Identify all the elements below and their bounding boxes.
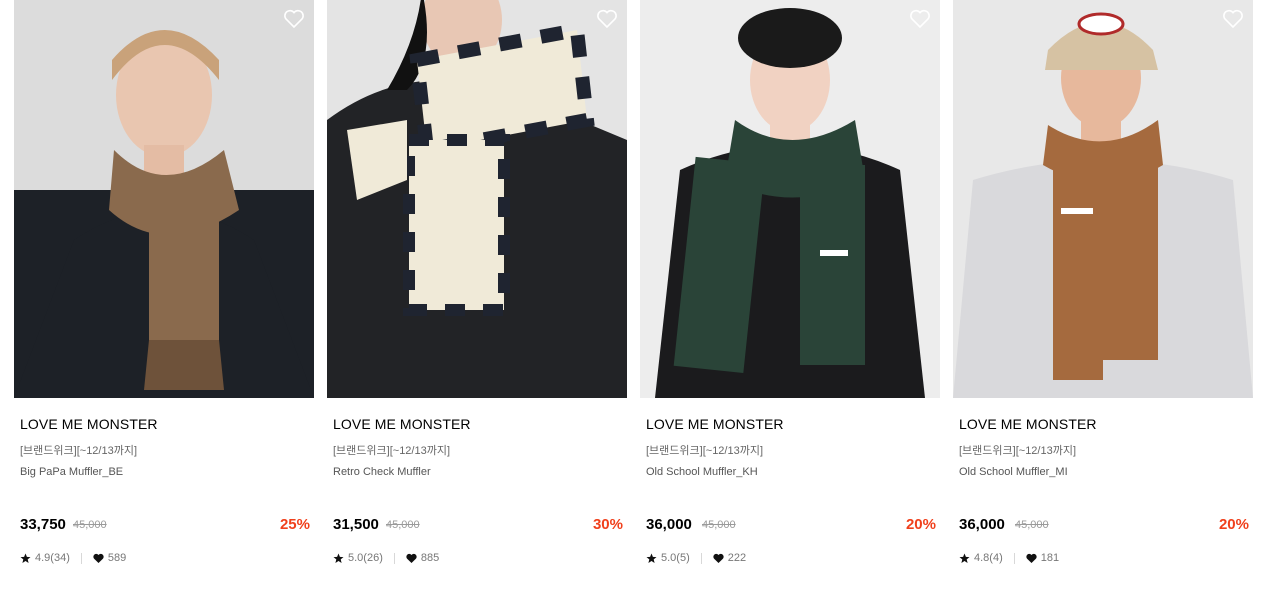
star-icon bbox=[20, 553, 31, 564]
event-label: [브랜드위크][~12/13까지] bbox=[959, 445, 1077, 457]
brand-name[interactable]: LOVE ME MONSTER bbox=[20, 416, 158, 432]
sale-price: 33,750 bbox=[20, 516, 66, 533]
likes: 222 bbox=[713, 552, 746, 564]
product-stats: 4.8(4) 181 bbox=[959, 551, 1059, 565]
divider bbox=[393, 552, 395, 564]
heart-outline-icon[interactable] bbox=[1222, 9, 1244, 29]
price-row: 36,000 45,000 20% bbox=[959, 516, 1249, 536]
product-stats: 5.0(5) 222 bbox=[646, 551, 746, 565]
brand-name[interactable]: LOVE ME MONSTER bbox=[646, 416, 784, 432]
price-row: 33,750 45,000 25% bbox=[20, 516, 310, 536]
original-price: 45,000 bbox=[702, 519, 736, 531]
rating-text: 5.0(5) bbox=[661, 552, 690, 564]
brand-name[interactable]: LOVE ME MONSTER bbox=[333, 416, 471, 432]
rating-text: 4.8(4) bbox=[974, 552, 1003, 564]
discount-rate: 20% bbox=[905, 516, 936, 533]
heart-outline-icon[interactable] bbox=[283, 9, 305, 29]
event-label: [브랜드위크][~12/13까지] bbox=[646, 445, 764, 457]
event-label: [브랜드위크][~12/13까지] bbox=[333, 445, 451, 457]
product-name[interactable]: Retro Check Muffler bbox=[333, 466, 431, 478]
rating: 5.0(5) bbox=[646, 552, 690, 564]
heart-outline-icon[interactable] bbox=[596, 9, 618, 29]
heart-icon bbox=[713, 553, 724, 564]
heart-icon bbox=[1026, 553, 1037, 564]
price-row: 36,000 45,000 20% bbox=[646, 516, 936, 536]
likes: 589 bbox=[93, 552, 126, 564]
heart-icon bbox=[406, 553, 417, 564]
product-name[interactable]: Old School Muffler_MI bbox=[959, 466, 1068, 478]
likes: 885 bbox=[406, 552, 439, 564]
rating-text: 4.9(34) bbox=[35, 552, 70, 564]
rating-text: 5.0(26) bbox=[348, 552, 383, 564]
product-name[interactable]: Old School Muffler_KH bbox=[646, 466, 758, 478]
star-icon bbox=[646, 553, 657, 564]
product-card[interactable]: LOVE ME MONSTER [브랜드위크][~12/13까지] Old Sc… bbox=[953, 0, 1253, 589]
divider bbox=[700, 552, 702, 564]
original-price: 45,000 bbox=[386, 519, 420, 531]
rating: 5.0(26) bbox=[333, 552, 383, 564]
discount-rate: 25% bbox=[279, 516, 310, 533]
product-card[interactable]: LOVE ME MONSTER [브랜드위크][~12/13까지] Old Sc… bbox=[640, 0, 940, 589]
divider bbox=[1013, 552, 1015, 564]
price-row: 31,500 45,000 30% bbox=[333, 516, 623, 536]
product-grid: LOVE ME MONSTER [브랜드위크][~12/13까지] Big Pa… bbox=[0, 0, 1269, 589]
likes-count: 885 bbox=[420, 552, 440, 564]
sale-price: 36,000 bbox=[646, 516, 692, 533]
star-icon bbox=[959, 553, 970, 564]
likes-count: 222 bbox=[727, 552, 747, 564]
product-image[interactable] bbox=[14, 0, 314, 398]
rating: 4.8(4) bbox=[959, 552, 1003, 564]
rating: 4.9(34) bbox=[20, 552, 70, 564]
product-name[interactable]: Big PaPa Muffler_BE bbox=[20, 466, 123, 478]
product-image[interactable] bbox=[953, 0, 1253, 398]
product-stats: 4.9(34) 589 bbox=[20, 551, 126, 565]
original-price: 45,000 bbox=[1015, 519, 1049, 531]
sale-price: 31,500 bbox=[333, 516, 379, 533]
product-card[interactable]: LOVE ME MONSTER [브랜드위크][~12/13까지] Big Pa… bbox=[14, 0, 314, 589]
product-image[interactable] bbox=[327, 0, 627, 398]
product-card[interactable]: LOVE ME MONSTER [브랜드위크][~12/13까지] Retro … bbox=[327, 0, 627, 589]
discount-rate: 30% bbox=[592, 516, 623, 533]
star-icon bbox=[333, 553, 344, 564]
event-label: [브랜드위크][~12/13까지] bbox=[20, 445, 138, 457]
product-image[interactable] bbox=[640, 0, 940, 398]
likes: 181 bbox=[1026, 552, 1059, 564]
likes-count: 589 bbox=[107, 552, 127, 564]
likes-count: 181 bbox=[1040, 552, 1060, 564]
product-stats: 5.0(26) 885 bbox=[333, 551, 439, 565]
heart-outline-icon[interactable] bbox=[909, 9, 931, 29]
divider bbox=[80, 552, 82, 564]
original-price: 45,000 bbox=[73, 519, 107, 531]
heart-icon bbox=[93, 553, 104, 564]
discount-rate: 20% bbox=[1218, 516, 1249, 533]
brand-name[interactable]: LOVE ME MONSTER bbox=[959, 416, 1097, 432]
sale-price: 36,000 bbox=[959, 516, 1005, 533]
